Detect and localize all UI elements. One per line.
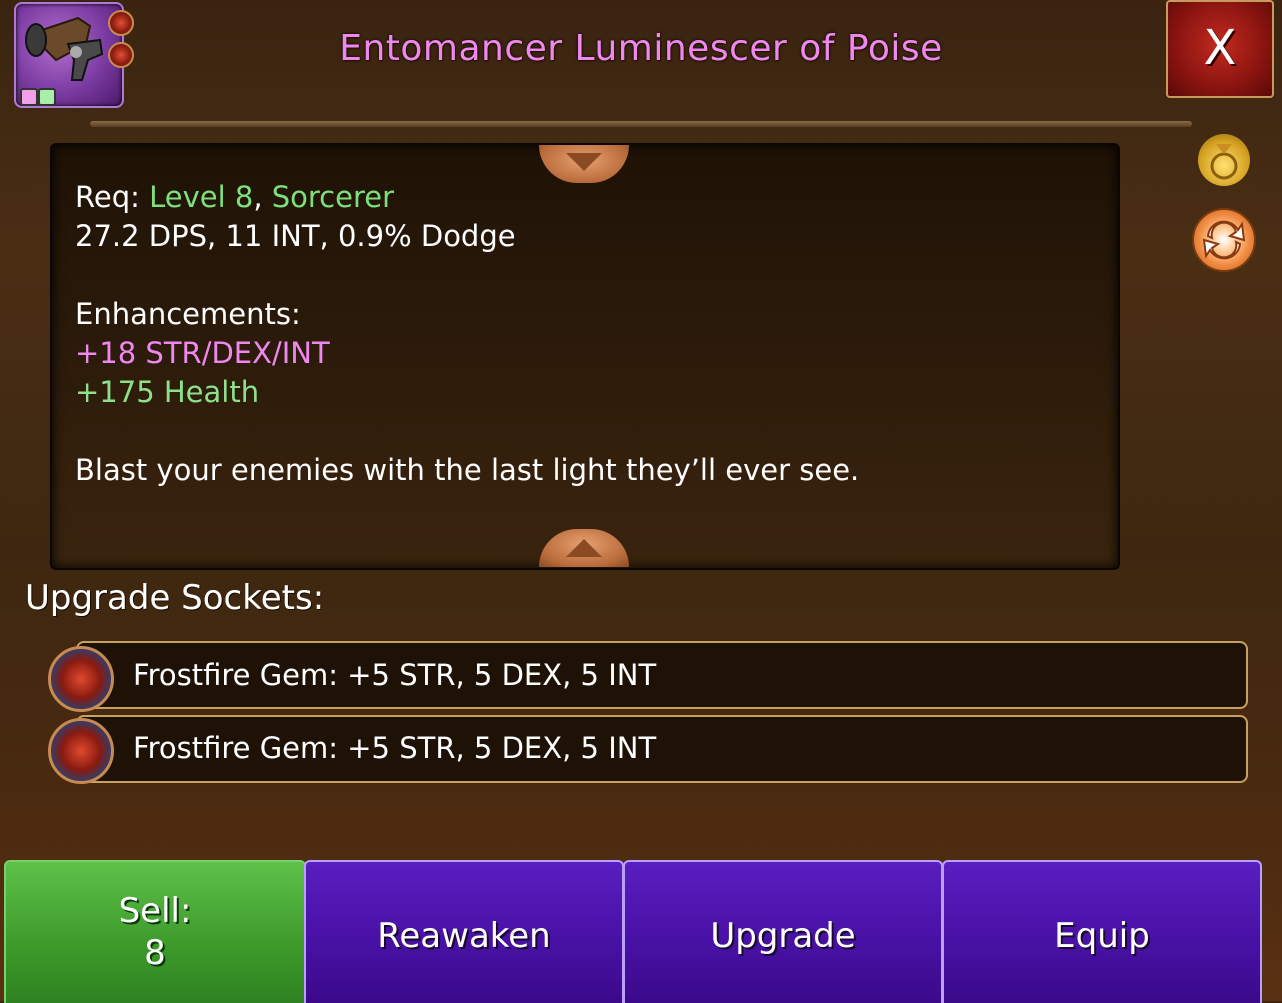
requirement-class: Sorcerer	[271, 180, 395, 214]
requirement-level: Level 8	[149, 180, 254, 214]
frostfire-gem-icon[interactable]	[48, 718, 114, 784]
enhancement-stat: +18 STR/DEX/INT	[75, 336, 330, 370]
socket-label: Frostfire Gem: +5 STR, 5 DEX, 5 INT	[133, 731, 657, 765]
stats-line: 27.2 DPS, 11 INT, 0.9% Dodge	[75, 219, 516, 253]
chevron-up-icon	[566, 539, 602, 557]
requirement-separator: ,	[253, 180, 272, 214]
frostfire-gem-icon[interactable]	[48, 646, 114, 712]
reawaken-button[interactable]: Reawaken	[304, 860, 624, 1003]
requirement-label: Req:	[75, 180, 150, 214]
divider	[90, 121, 1192, 127]
sell-price: 8	[144, 933, 166, 973]
sell-label: Sell:	[118, 891, 192, 931]
equip-button[interactable]: Equip	[942, 860, 1262, 1003]
upgrade-label: Upgrade	[710, 916, 856, 956]
rarity-gem-icon	[20, 88, 38, 106]
rarity-gem-icon	[38, 88, 56, 106]
coin-bag-icon[interactable]	[1198, 134, 1250, 186]
upgrade-sockets-title: Upgrade Sockets:	[25, 578, 325, 618]
upgrade-button[interactable]: Upgrade	[623, 860, 943, 1003]
sell-button[interactable]: Sell: 8	[4, 860, 306, 1003]
item-title: Entomancer Luminescer of Poise	[339, 28, 943, 69]
socket-slot-icon	[108, 42, 134, 68]
enhancement-health: +175 Health	[75, 375, 260, 409]
item-icon[interactable]	[14, 2, 134, 108]
flavor-text: Blast your enemies with the last light t…	[75, 453, 860, 487]
socket-slot-icon	[108, 10, 134, 36]
requirement-line: Req: Level 8, Sorcerer	[75, 178, 859, 217]
swap-icon[interactable]	[1192, 208, 1256, 272]
chevron-down-icon	[566, 153, 602, 171]
equip-label: Equip	[1054, 916, 1150, 956]
enhancements-title: Enhancements:	[75, 297, 301, 331]
reawaken-label: Reawaken	[377, 916, 551, 956]
close-button[interactable]: X	[1166, 0, 1274, 98]
description-text: Req: Level 8, Sorcerer 27.2 DPS, 11 INT,…	[75, 178, 859, 490]
socket-label: Frostfire Gem: +5 STR, 5 DEX, 5 INT	[133, 658, 657, 692]
